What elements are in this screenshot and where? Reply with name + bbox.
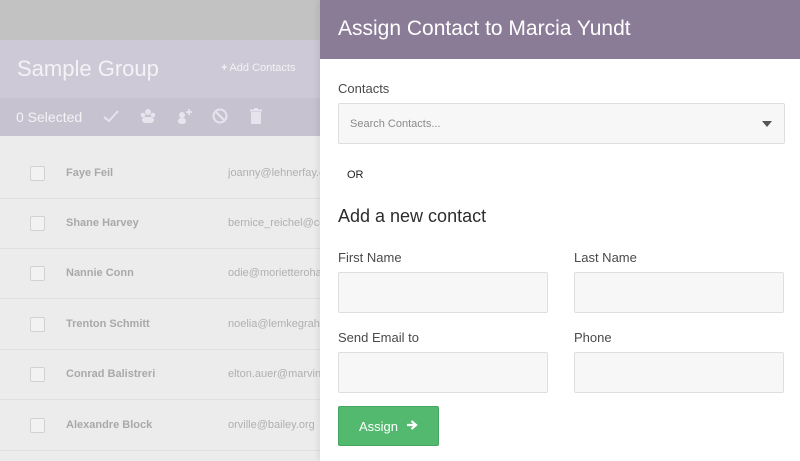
- contact-name: Alexandre Block: [66, 419, 153, 431]
- contact-email: elton.auer@marvin.: [228, 368, 320, 380]
- last-name-label: Last Name: [574, 250, 637, 265]
- panel-header: Assign Contact to Marcia Yundt: [320, 0, 800, 59]
- add-user-icon[interactable]: [175, 107, 193, 125]
- arrow-right-icon: [406, 419, 418, 434]
- assign-label: Assign: [358, 418, 399, 434]
- group-icon[interactable]: [139, 107, 157, 125]
- phone-field[interactable]: [574, 352, 784, 393]
- contact-name: Conrad Balistreri: [66, 368, 156, 380]
- contacts-label: Contacts: [338, 81, 390, 96]
- first-name-field[interactable]: [338, 272, 548, 313]
- contacts-search-select[interactable]: Search Contacts...: [338, 103, 785, 144]
- new-contact-heading: Add a new contact: [338, 206, 487, 226]
- row-checkbox[interactable]: [30, 418, 45, 433]
- add-contacts-label: Add Contacts: [229, 62, 296, 74]
- contact-name: Faye Feil: [66, 167, 114, 179]
- contact-email: orville@bailey.org: [228, 419, 315, 431]
- row-checkbox[interactable]: [30, 166, 45, 181]
- panel-title: Assign Contact to Marcia Yundt: [338, 17, 631, 40]
- contact-email: bernice_reichel@co: [228, 217, 320, 229]
- row-checkbox[interactable]: [30, 317, 45, 332]
- phone-label: Phone: [574, 330, 612, 345]
- search-placeholder: Search Contacts...: [350, 118, 441, 130]
- selected-count: 0 Selected: [16, 109, 83, 125]
- add-contacts-button[interactable]: + Add Contacts: [221, 62, 295, 74]
- email-field[interactable]: [338, 352, 548, 393]
- contact-name: Nannie Conn: [66, 267, 134, 279]
- block-icon[interactable]: [211, 107, 229, 125]
- check-icon[interactable]: [102, 107, 120, 125]
- group-title: Sample Group: [17, 56, 159, 81]
- assign-contact-panel: Assign Contact to Marcia Yundt Contacts …: [320, 0, 800, 461]
- contact-name: Shane Harvey: [66, 217, 139, 229]
- contact-email: noelia@lemkegraha: [228, 318, 320, 330]
- contact-email: joanny@lehnerfay.c: [228, 167, 320, 179]
- or-divider: OR: [347, 169, 364, 181]
- contact-email: odie@morietteroha: [228, 267, 320, 279]
- trash-icon[interactable]: [247, 107, 265, 125]
- row-checkbox[interactable]: [30, 216, 45, 231]
- email-label: Send Email to: [338, 330, 419, 345]
- row-checkbox[interactable]: [30, 367, 45, 382]
- contact-name: Trenton Schmitt: [66, 318, 150, 330]
- plus-icon: +: [221, 62, 228, 74]
- first-name-label: First Name: [338, 250, 402, 265]
- assign-button[interactable]: Assign: [338, 406, 439, 446]
- last-name-field[interactable]: [574, 272, 784, 313]
- chevron-down-icon: [762, 121, 772, 127]
- row-checkbox[interactable]: [30, 266, 45, 281]
